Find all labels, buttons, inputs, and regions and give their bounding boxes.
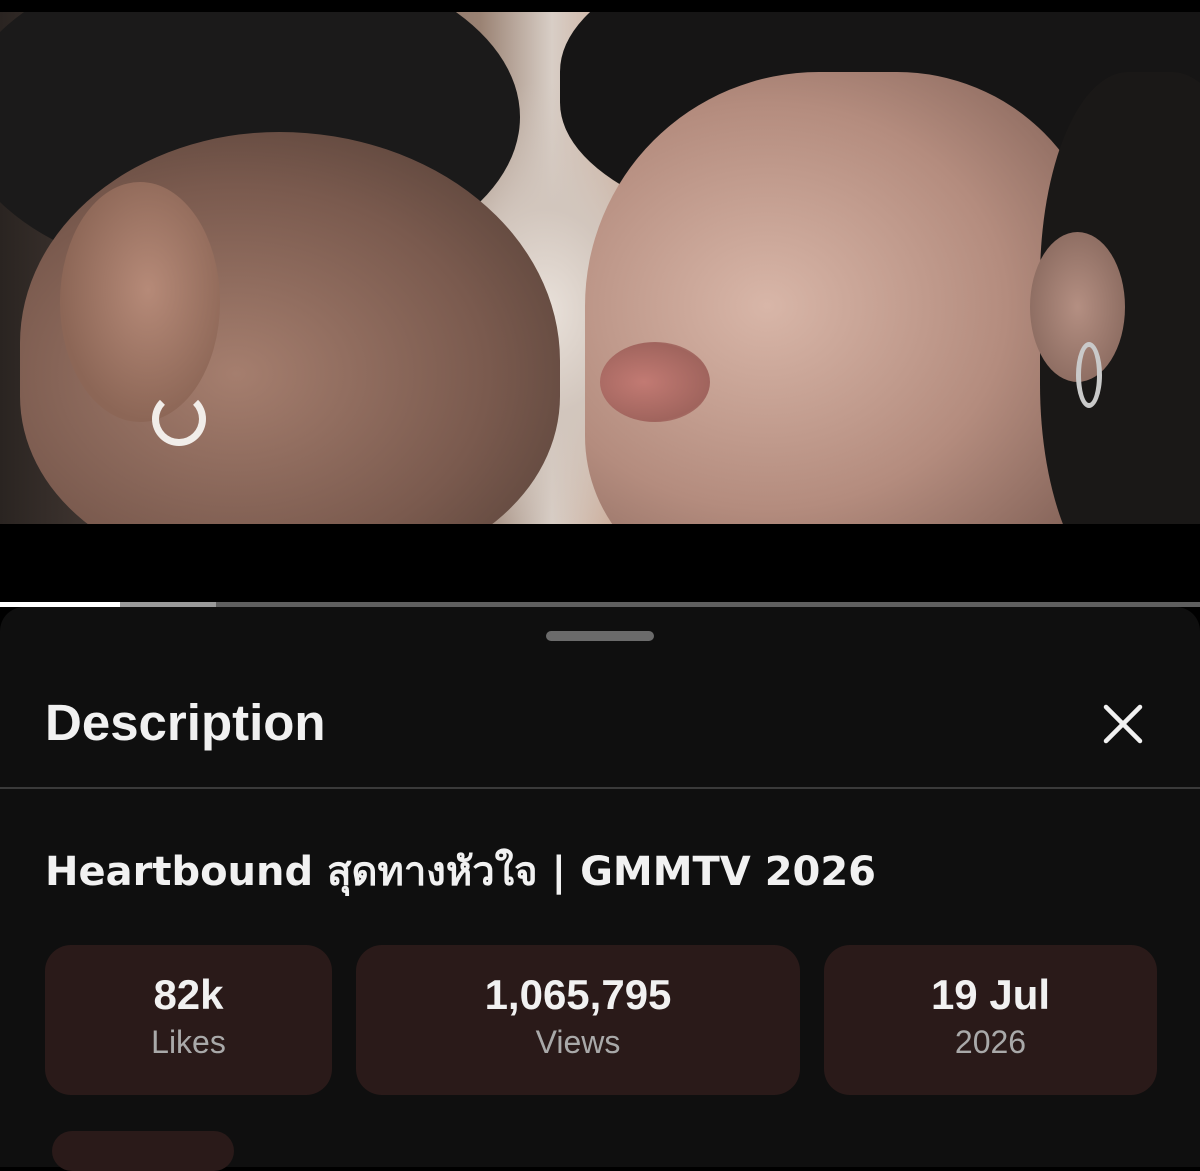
sheet-title: Description <box>45 694 326 751</box>
close-button[interactable] <box>1092 693 1154 755</box>
date-stat: 19 Jul 2026 <box>824 945 1157 1095</box>
close-icon <box>1103 704 1143 744</box>
video-title: Heartbound สุดทางหัวใจ | GMMTV 2026 <box>45 849 877 895</box>
divider <box>0 787 1200 789</box>
likes-stat: 82k Likes <box>45 945 332 1095</box>
video-frame-detail <box>585 72 1105 524</box>
views-label: Views <box>535 1024 621 1060</box>
video-frame-detail <box>152 392 206 446</box>
views-stat: 1,065,795 Views <box>356 945 800 1095</box>
likes-label: Likes <box>151 1024 226 1060</box>
drag-handle[interactable] <box>546 631 654 641</box>
video-frame[interactable] <box>0 12 1200 524</box>
description-chip[interactable] <box>52 1131 234 1171</box>
video-frame-detail <box>1076 342 1102 408</box>
views-count: 1,065,795 <box>484 971 672 1018</box>
video-player[interactable] <box>0 0 1200 605</box>
description-sheet: Description Heartbound สุดทางหัวใจ | GMM… <box>0 607 1200 1171</box>
likes-count: 82k <box>153 971 224 1018</box>
upload-date: 19 Jul <box>930 971 1051 1018</box>
video-frame-detail <box>60 182 220 422</box>
video-frame-detail <box>600 342 710 422</box>
upload-year: 2026 <box>954 1024 1027 1060</box>
